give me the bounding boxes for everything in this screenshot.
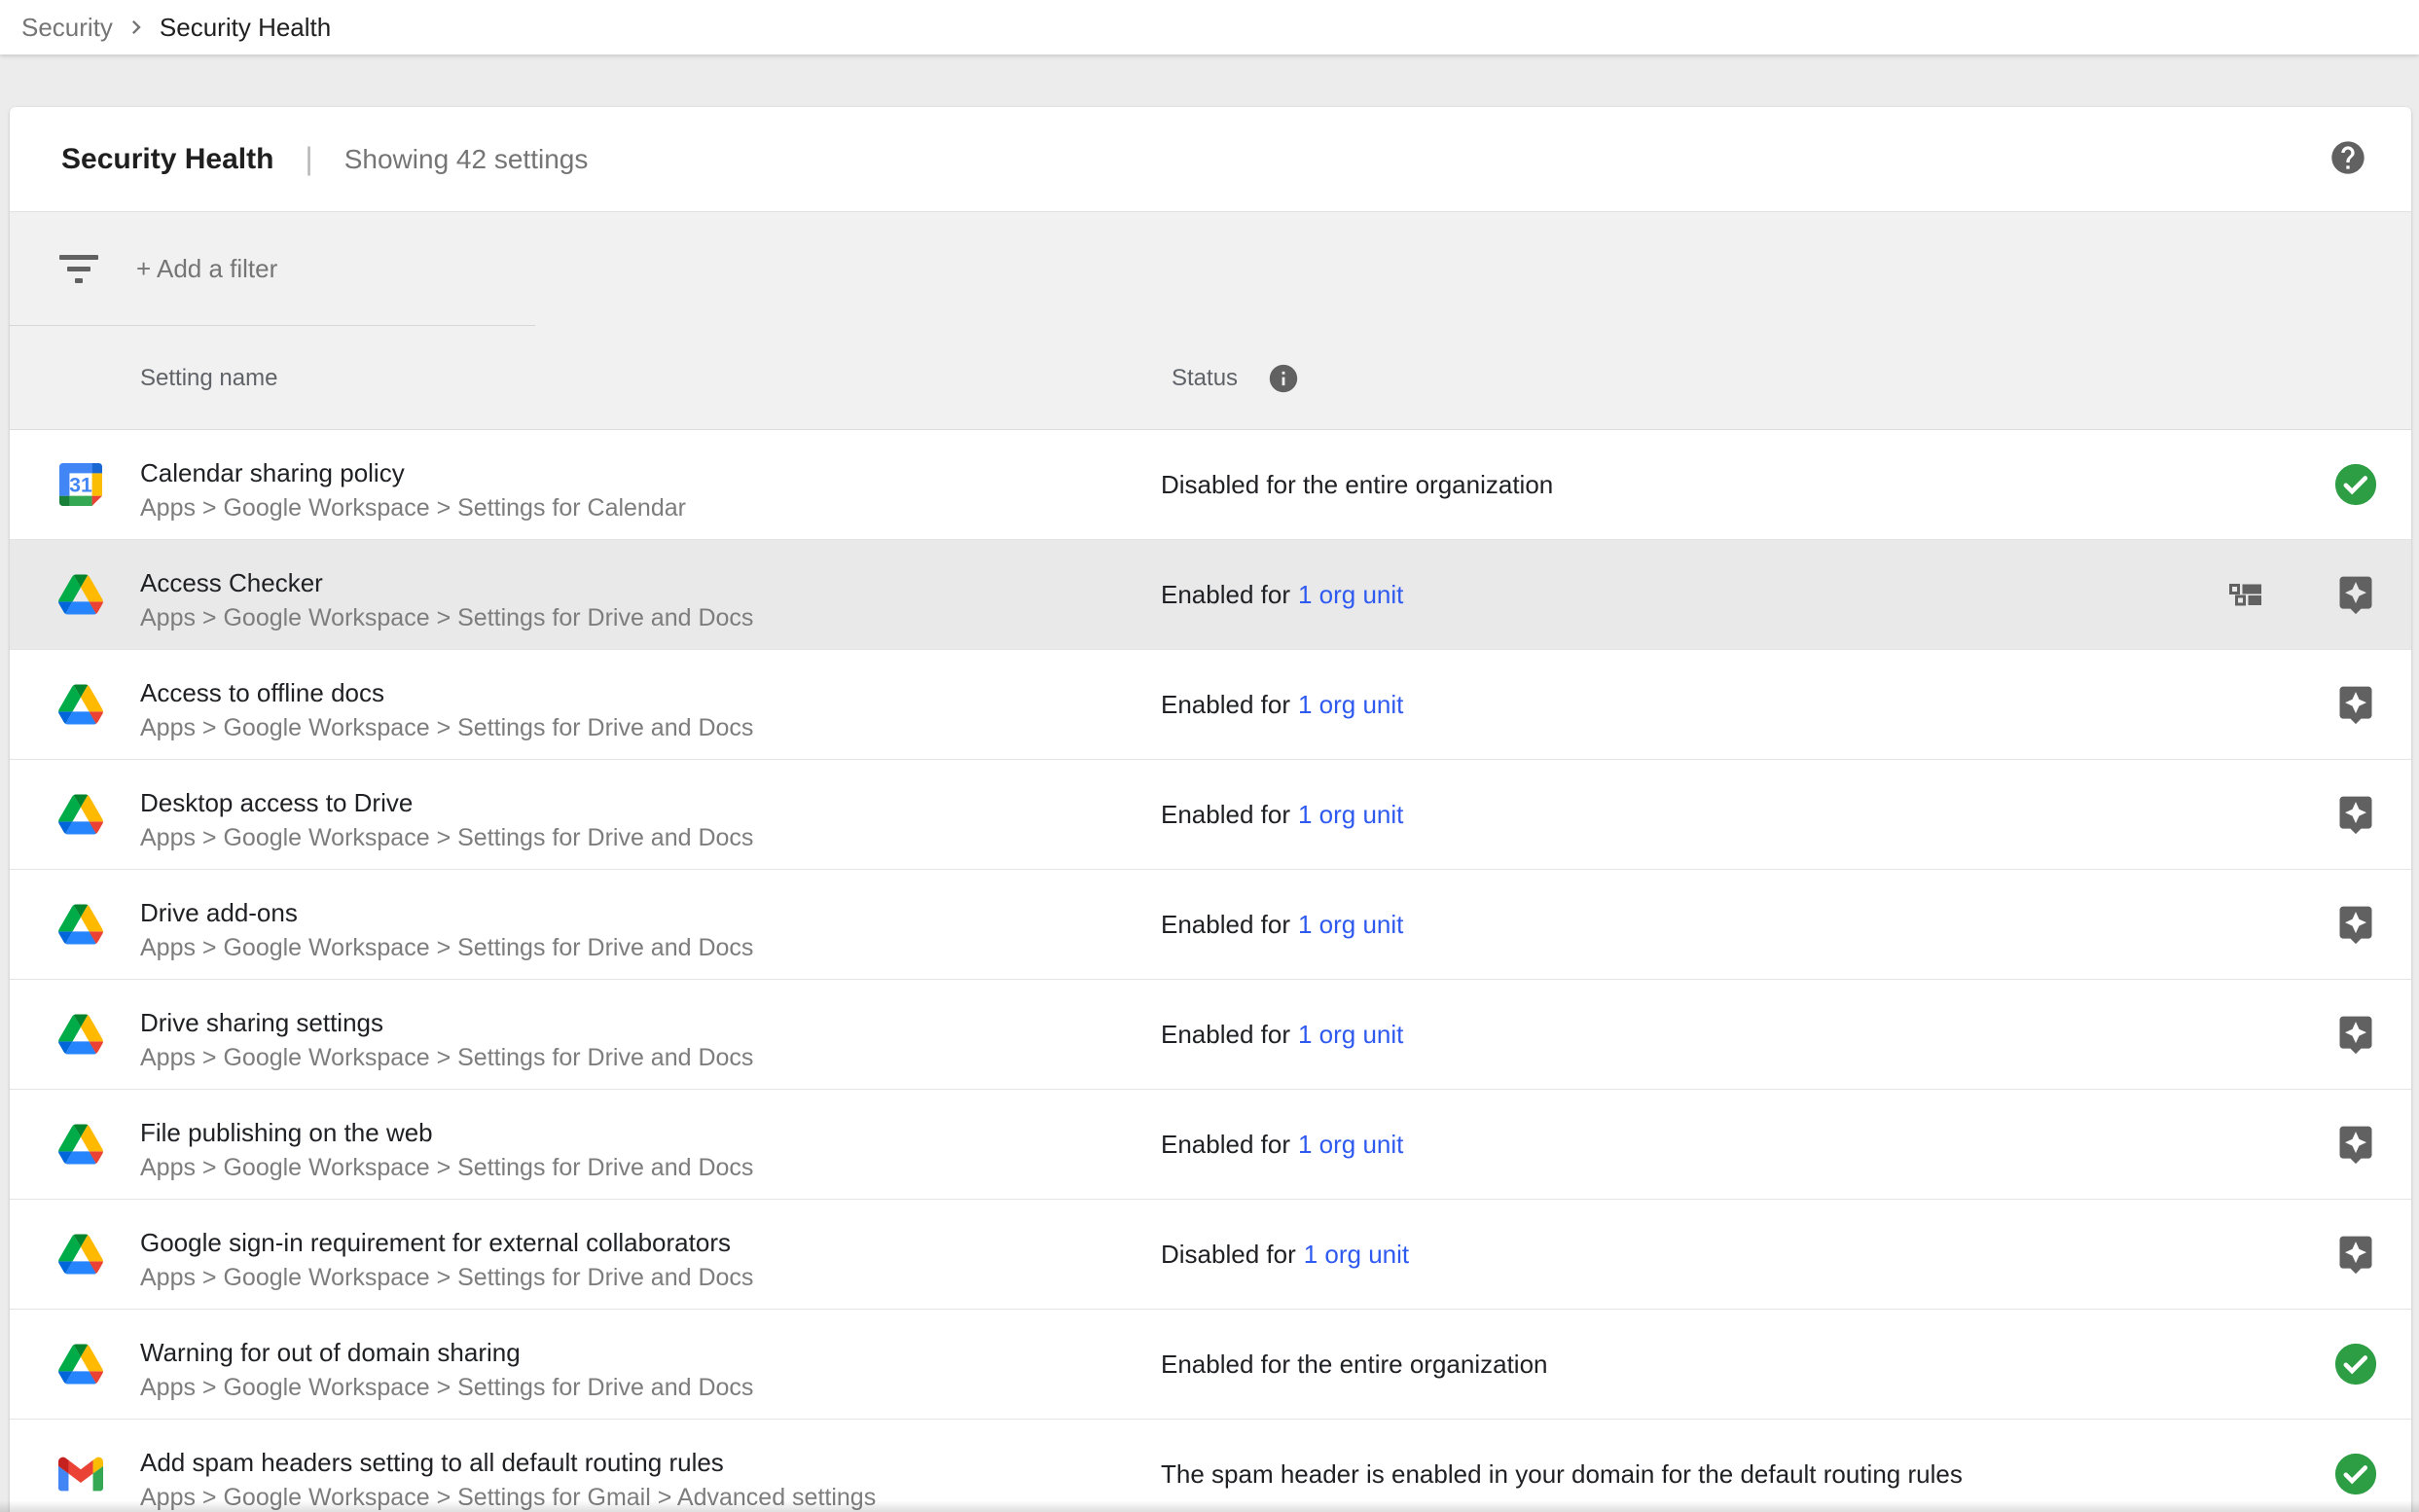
setting-path: Apps > Google Workspace > Settings for D… [140,934,753,962]
setting-path: Apps > Google Workspace > Settings for D… [140,1044,753,1072]
assistant-icon[interactable] [2332,901,2379,948]
setting-status: The spam header is enabled in your domai… [1161,1420,1963,1512]
status-text: Enabled for [1161,1130,1290,1160]
assistant-icon[interactable] [2332,1011,2379,1058]
table-row[interactable]: File publishing on the web Apps > Google… [10,1090,2411,1200]
table-row[interactable]: Drive add-ons Apps > Google Workspace > … [10,870,2411,980]
setting-name: Desktop access to Drive [140,788,413,818]
setting-path: Apps > Google Workspace > Settings for D… [140,1154,753,1182]
filter-row: + Add a filter [10,212,2411,326]
assistant-icon[interactable] [2332,1231,2379,1278]
column-header-status: Status [1172,365,1238,392]
drive-icon [58,575,103,615]
calendar-icon: 31 [58,463,103,506]
setting-name: Drive add-ons [140,898,298,928]
breadcrumb: Security Security Health [0,0,2419,54]
setting-status: Enabled for 1 org unit [1161,870,1403,979]
status-text: The spam header is enabled in your domai… [1161,1459,1963,1490]
assistant-icon[interactable] [2332,1121,2379,1168]
status-text: Enabled for [1161,910,1290,940]
filter-and-header-band: + Add a filter Setting name Status [10,212,2411,430]
info-icon[interactable] [1267,362,1300,395]
add-filter-button[interactable]: + Add a filter [136,212,277,326]
org-unit-link[interactable]: 1 org unit [1298,1130,1403,1160]
help-button[interactable] [2329,138,2367,177]
setting-status: Disabled for 1 org unit [1161,1200,1409,1309]
setting-path: Apps > Google Workspace > Settings for D… [140,1264,753,1292]
org-unit-link[interactable]: 1 org unit [1298,800,1403,830]
setting-status: Enabled for the entire organization [1161,1310,1548,1419]
status-text: Disabled for the entire organization [1161,470,1553,500]
setting-status: Disabled for the entire organization [1161,430,1553,539]
drive-icon [58,905,103,945]
page-title: Security Health [61,143,273,176]
setting-name: Warning for out of domain sharing [140,1338,521,1368]
setting-path: Apps > Google Workspace > Settings for C… [140,494,686,522]
setting-path: Apps > Google Workspace > Settings for G… [140,1484,876,1512]
drive-icon [58,1235,103,1275]
status-text: Enabled for [1161,1020,1290,1050]
org-unit-link[interactable]: 1 org unit [1298,910,1403,940]
check-circle-icon [2332,461,2379,508]
setting-status: Enabled for 1 org unit [1161,540,1403,649]
setting-status: Enabled for 1 org unit [1161,760,1403,869]
table-row[interactable]: Add spam headers setting to all default … [10,1420,2411,1512]
settings-count: Showing 42 settings [344,144,589,175]
table-row[interactable]: 31 Calendar sharing policy Apps > Google… [10,430,2411,540]
setting-name: Drive sharing settings [140,1008,383,1038]
setting-status: Enabled for 1 org unit [1161,980,1403,1089]
setting-status: Enabled for 1 org unit [1161,650,1403,759]
setting-name: Google sign-in requirement for external … [140,1228,731,1258]
org-unit-link[interactable]: 1 org unit [1298,1020,1403,1050]
setting-name: Access to offline docs [140,678,384,708]
breadcrumb-item-security-health: Security Health [160,13,331,43]
assistant-icon[interactable] [2332,791,2379,838]
table-row[interactable]: Google sign-in requirement for external … [10,1200,2411,1310]
settings-table: 31 Calendar sharing policy Apps > Google… [10,430,2411,1512]
status-text: Enabled for [1161,800,1290,830]
setting-path: Apps > Google Workspace > Settings for D… [140,604,753,632]
drive-icon [58,1345,103,1385]
org-units-icon [2229,583,2262,606]
setting-path: Apps > Google Workspace > Settings for D… [140,824,753,852]
status-text: Disabled for [1161,1240,1296,1270]
help-icon [2329,138,2367,177]
drive-icon [58,795,103,835]
table-row[interactable]: Warning for out of domain sharing Apps >… [10,1310,2411,1420]
table-row[interactable]: Access to offline docs Apps > Google Wor… [10,650,2411,760]
assistant-icon[interactable] [2332,681,2379,728]
setting-name: Access Checker [140,568,323,598]
filter-list-icon [59,255,98,289]
security-health-card: Security Health | Showing 42 settings + … [10,107,2411,1512]
table-row[interactable]: Desktop access to Drive Apps > Google Wo… [10,760,2411,870]
chevron-right-icon [123,14,150,41]
assistant-icon[interactable] [2332,571,2379,618]
check-circle-icon [2332,1451,2379,1497]
setting-status: Enabled for 1 org unit [1161,1090,1403,1199]
drive-icon [58,685,103,725]
table-row[interactable]: Access Checker Apps > Google Workspace >… [10,540,2411,650]
column-header-setting-name: Setting name [140,365,277,392]
card-header: Security Health | Showing 42 settings [10,107,2411,212]
status-text: Enabled for the entire organization [1161,1350,1548,1380]
table-row[interactable]: Drive sharing settings Apps > Google Wor… [10,980,2411,1090]
org-unit-link[interactable]: 1 org unit [1304,1240,1409,1270]
org-unit-link[interactable]: 1 org unit [1298,690,1403,720]
title-separator: | [305,141,312,177]
status-text: Enabled for [1161,580,1290,610]
status-text: Enabled for [1161,690,1290,720]
setting-name: Add spam headers setting to all default … [140,1448,724,1478]
gmail-icon [58,1458,103,1492]
table-header-row: Setting name Status [10,326,2411,430]
svg-text:31: 31 [69,474,92,496]
setting-name: Calendar sharing policy [140,458,405,488]
drive-icon [58,1015,103,1055]
breadcrumb-item-security[interactable]: Security [21,13,113,43]
drive-icon [58,1125,103,1165]
setting-name: File publishing on the web [140,1118,433,1148]
setting-path: Apps > Google Workspace > Settings for D… [140,1374,753,1402]
check-circle-icon [2332,1341,2379,1387]
setting-path: Apps > Google Workspace > Settings for D… [140,714,753,742]
org-unit-link[interactable]: 1 org unit [1298,580,1403,610]
